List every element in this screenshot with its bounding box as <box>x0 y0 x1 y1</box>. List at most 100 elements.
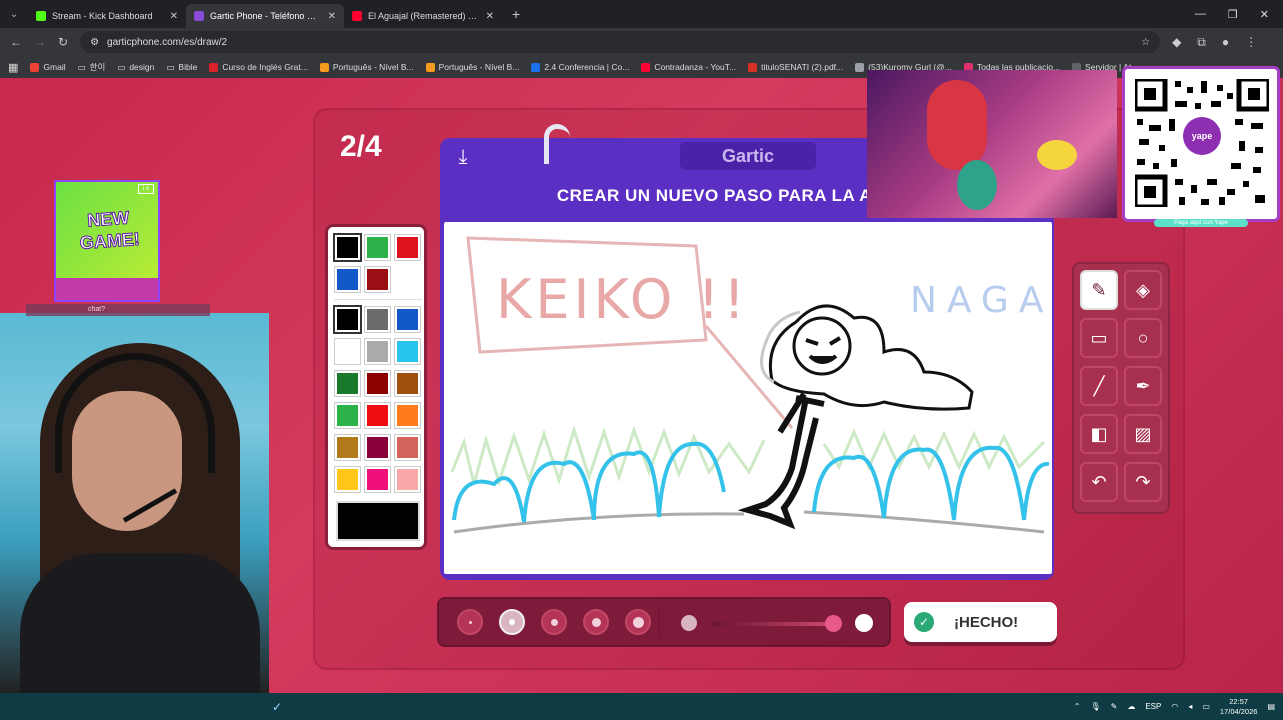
site-info-icon[interactable]: ⚙ <box>90 37 99 48</box>
opacity-slider[interactable] <box>711 622 841 626</box>
bookmark-star-icon[interactable]: ☆ <box>1141 37 1150 48</box>
ad-badge[interactable]: i x <box>138 184 154 194</box>
color-swatch-light-pink[interactable] <box>395 467 420 492</box>
vscode-taskbar-icon[interactable]: ✓ <box>272 700 284 714</box>
color-swatch-brown[interactable] <box>395 371 420 396</box>
apps-grid-icon[interactable]: ▦ <box>8 61 18 74</box>
bookmark-label: 한이 <box>89 62 106 72</box>
brush-size-2[interactable] <box>499 609 525 635</box>
profile-avatar-icon[interactable]: ● <box>1222 35 1229 50</box>
language-indicator[interactable]: ESP <box>1145 702 1161 711</box>
folder-icon: ▭ <box>166 61 175 72</box>
undo-icon[interactable]: ↶ <box>1080 462 1118 502</box>
microphone-tray-icon[interactable]: 🎙 <box>1090 702 1100 711</box>
color-swatch-cyan[interactable] <box>395 339 420 364</box>
tab-title: Stream - Kick Dashboard <box>52 11 153 21</box>
color-swatch-yellow[interactable] <box>335 467 360 492</box>
back-icon[interactable]: ← <box>10 35 22 49</box>
color-swatch-maroon[interactable] <box>365 371 390 396</box>
extension-icon[interactable]: ◆ <box>1172 35 1181 50</box>
color-swatch-orange[interactable] <box>395 403 420 428</box>
brush-size-5[interactable] <box>625 609 651 635</box>
color-swatch-white[interactable] <box>335 339 360 364</box>
mermaid-mouth <box>808 354 838 364</box>
chevron-up-icon[interactable]: ⌃ <box>1074 702 1081 711</box>
color-swatch-wine[interactable] <box>365 435 390 460</box>
close-icon[interactable]: ✕ <box>486 11 494 22</box>
brush-size-4[interactable] <box>583 609 609 635</box>
rectangle-icon[interactable]: ▭ <box>1080 318 1118 358</box>
color-swatch-black[interactable] <box>335 307 360 332</box>
opacity-slider-handle[interactable] <box>825 615 842 632</box>
brush-size-1[interactable] <box>457 609 483 635</box>
color-swatch-dark-red[interactable] <box>365 267 390 292</box>
close-icon[interactable]: ✕ <box>328 11 336 22</box>
menu-icon[interactable]: ⋮ <box>1245 35 1257 50</box>
bookmark-gmail[interactable]: Gmail <box>30 62 66 72</box>
line-icon[interactable]: ╱ <box>1080 366 1118 406</box>
notification-icon[interactable]: ▤ <box>1267 702 1275 711</box>
redo-icon[interactable]: ↷ <box>1124 462 1162 502</box>
tab-search-icon[interactable]: ⌄ <box>0 0 28 28</box>
bookmark-folder[interactable]: ▭ 한이 <box>78 61 106 73</box>
brush-settings-bar <box>437 597 891 647</box>
new-tab-button[interactable]: + <box>502 6 530 22</box>
maximize-icon[interactable]: ❐ <box>1228 8 1238 21</box>
new-game-ad[interactable]: i x NEW GAME! <box>54 180 160 302</box>
eyedropper-icon[interactable]: ✒ <box>1124 366 1162 406</box>
bookmark-item[interactable]: Curso de Inglés Grat... <box>209 62 308 72</box>
clock[interactable]: 22:57 17/04/2026 <box>1220 697 1258 717</box>
bookmark-label: Curso de Inglés Grat... <box>222 62 308 72</box>
volume-icon[interactable]: ◂ <box>1188 702 1192 711</box>
color-swatch-light-gray[interactable] <box>365 339 390 364</box>
color-swatch-ochre[interactable] <box>335 435 360 460</box>
bookmark-item[interactable]: tituloSENATI (2).pdf... <box>748 62 843 72</box>
color-swatch-red[interactable] <box>395 235 420 260</box>
tab-youtube[interactable]: El Aguajal (Remastered) - YouT ✕ <box>344 4 502 28</box>
color-swatch-pink[interactable] <box>365 467 390 492</box>
wifi-icon[interactable]: ◠ <box>1171 702 1178 711</box>
minimize-icon[interactable]: — <box>1195 8 1206 21</box>
pencil-icon[interactable]: ✎ <box>1080 270 1118 310</box>
gmail-icon <box>30 62 40 72</box>
bookmark-item[interactable]: Contradanza - YouT... <box>641 62 736 72</box>
color-palette <box>325 224 427 550</box>
reload-icon[interactable]: ↻ <box>58 35 68 49</box>
color-swatch-dark-green[interactable] <box>335 371 360 396</box>
tab-gartic-phone[interactable]: Gartic Phone - Teléfono Descon ✕ <box>186 4 344 28</box>
bookmark-folder[interactable]: ▭ design <box>117 62 154 73</box>
color-swatch-blue[interactable] <box>335 267 360 292</box>
circle-icon[interactable]: ○ <box>1124 318 1162 358</box>
bookmark-folder[interactable]: ▭ Bible <box>166 62 197 73</box>
color-swatch-gray[interactable] <box>365 307 390 332</box>
color-swatch-black[interactable] <box>335 235 360 260</box>
color-swatch-green[interactable] <box>335 403 360 428</box>
close-window-icon[interactable]: ✕ <box>1260 8 1269 21</box>
bookmark-label: Bible <box>178 62 198 72</box>
bookmark-item[interactable]: 2.4 Conferencia | Co... <box>531 62 629 72</box>
cloud-icon[interactable]: ☁ <box>1127 702 1135 711</box>
color-swatch-green[interactable] <box>365 235 390 260</box>
color-swatch-red[interactable] <box>365 403 390 428</box>
done-button[interactable]: ✓ ¡HECHO! <box>904 602 1057 642</box>
download-icon[interactable]: ⤓ <box>450 146 476 170</box>
hook-decoration <box>544 124 570 164</box>
eraser-icon[interactable]: ◈ <box>1124 270 1162 310</box>
window-controls: — ❐ ✕ <box>1195 8 1283 21</box>
color-swatch-salmon[interactable] <box>395 435 420 460</box>
bookmark-item[interactable]: Português - Nível B... <box>425 62 519 72</box>
address-bar[interactable]: ⚙ garticphone.com/es/draw/2 ☆ <box>80 31 1161 53</box>
clear-icon[interactable]: ▨ <box>1124 414 1162 454</box>
mermaid-cartoon-overlay <box>867 70 1117 218</box>
close-icon[interactable]: ✕ <box>170 11 178 22</box>
pen-tray-icon[interactable]: ✎ <box>1111 702 1118 711</box>
brush-size-3[interactable] <box>541 609 567 635</box>
fill-icon[interactable]: ◧ <box>1080 414 1118 454</box>
drawing-canvas[interactable]: KEIKO !! NAGA <box>444 222 1052 574</box>
color-swatch-blue[interactable] <box>395 307 420 332</box>
bookmark-item[interactable]: Português - Nível B... <box>319 62 414 72</box>
tab-kick-dashboard[interactable]: Stream - Kick Dashboard ✕ <box>28 4 186 28</box>
forward-icon[interactable]: → <box>34 35 46 49</box>
extensions-puzzle-icon[interactable]: ⧉ <box>1197 35 1206 50</box>
battery-icon[interactable]: ▭ <box>1202 702 1210 711</box>
